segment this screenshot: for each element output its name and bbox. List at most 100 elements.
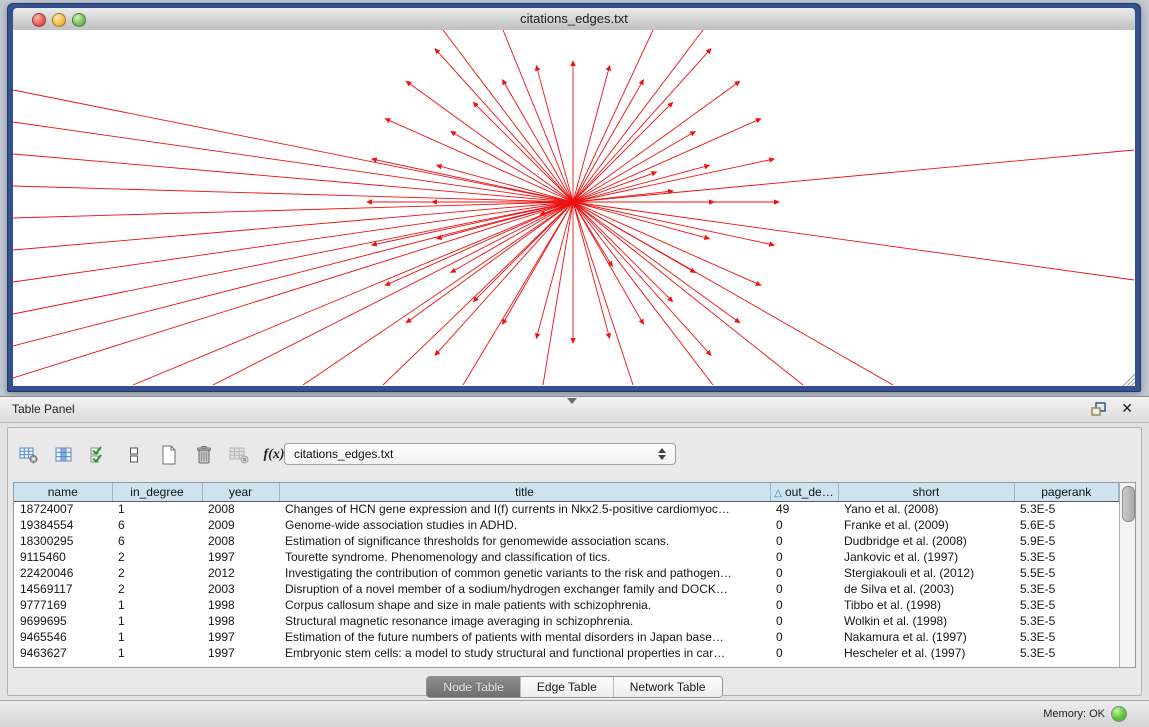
network-canvas[interactable] — [13, 30, 1135, 386]
table-cell[interactable]: Tibbo et al. (1998) — [838, 597, 1014, 613]
table-cell[interactable]: Tourette syndrome. Phenomenology and cla… — [279, 549, 770, 565]
table-cell[interactable]: 18724007 — [14, 501, 112, 517]
table-cell[interactable]: 0 — [770, 613, 838, 629]
table-cell[interactable]: 0 — [770, 517, 838, 533]
table-cell[interactable]: 1 — [112, 597, 202, 613]
table-cell[interactable]: 22420046 — [14, 565, 112, 581]
table-cell[interactable]: 6 — [112, 533, 202, 549]
table-source-select[interactable]: citations_edges.txt — [284, 443, 676, 465]
table-cell[interactable]: 0 — [770, 629, 838, 645]
table-row[interactable]: 1872400712008Changes of HCN gene express… — [14, 501, 1119, 517]
table-cell[interactable]: 5.3E-5 — [1014, 645, 1119, 661]
table-cell[interactable]: Disruption of a novel member of a sodium… — [279, 581, 770, 597]
table-cell[interactable]: 5.5E-5 — [1014, 565, 1119, 581]
table-row[interactable]: 1830029562008Estimation of significance … — [14, 533, 1119, 549]
table-cell[interactable]: Estimation of the future numbers of pati… — [279, 629, 770, 645]
table-cell[interactable]: 1998 — [202, 613, 279, 629]
column-header-year[interactable]: year — [202, 483, 279, 501]
column-header-short[interactable]: short — [838, 483, 1014, 501]
close-panel-icon[interactable]: ✕ — [1121, 400, 1133, 417]
table-cell[interactable]: Embryonic stem cells: a model to study s… — [279, 645, 770, 661]
table-cell[interactable]: 19384554 — [14, 517, 112, 533]
table-cell[interactable]: 1 — [112, 645, 202, 661]
table-cell[interactable]: 9115460 — [14, 549, 112, 565]
table-cell[interactable]: de Silva et al. (2003) — [838, 581, 1014, 597]
table-cell[interactable]: 9777169 — [14, 597, 112, 613]
citation-network-graph[interactable] — [13, 30, 1135, 386]
table-row[interactable]: 911546021997Tourette syndrome. Phenomeno… — [14, 549, 1119, 565]
table-cell[interactable]: 0 — [770, 581, 838, 597]
table-cell[interactable]: 2009 — [202, 517, 279, 533]
table-cell[interactable]: Investigating the contribution of common… — [279, 565, 770, 581]
table-cell[interactable]: Nakamura et al. (1997) — [838, 629, 1014, 645]
table-row[interactable]: 1456911722003Disruption of a novel membe… — [14, 581, 1119, 597]
table-cell[interactable]: 9465546 — [14, 629, 112, 645]
show-column-button[interactable] — [51, 442, 77, 468]
vertical-scrollbar[interactable] — [1119, 483, 1135, 667]
new-file-button[interactable] — [156, 442, 182, 468]
table-cell[interactable]: Stergiakouli et al. (2012) — [838, 565, 1014, 581]
table-cell[interactable]: 14569117 — [14, 581, 112, 597]
table-cell[interactable]: 0 — [770, 645, 838, 661]
table-cell[interactable]: 1997 — [202, 629, 279, 645]
table-row[interactable]: 2242004622012Investigating the contribut… — [14, 565, 1119, 581]
table-cell[interactable]: Franke et al. (2009) — [838, 517, 1014, 533]
column-header-pagerank[interactable]: pagerank — [1014, 483, 1119, 501]
table-cell[interactable]: 5.9E-5 — [1014, 533, 1119, 549]
table-cell[interactable]: 0 — [770, 533, 838, 549]
table-row[interactable]: 977716911998Corpus callosum shape and si… — [14, 597, 1119, 613]
delete-table-button[interactable] — [191, 442, 217, 468]
table-row[interactable]: 969969511998Structural magnetic resonanc… — [14, 613, 1119, 629]
table-cell[interactable]: Corpus callosum shape and size in male p… — [279, 597, 770, 613]
table-cell[interactable]: 2008 — [202, 501, 279, 517]
table-cell[interactable]: 5.3E-5 — [1014, 613, 1119, 629]
tab-network-table[interactable]: Network Table — [614, 677, 722, 697]
float-panel-icon[interactable] — [1091, 402, 1107, 416]
table-cell[interactable]: 2012 — [202, 565, 279, 581]
table-cell[interactable]: 9699695 — [14, 613, 112, 629]
table-cell[interactable]: 1 — [112, 613, 202, 629]
tab-edge-table[interactable]: Edge Table — [521, 677, 614, 697]
column-header-name[interactable]: name — [14, 483, 112, 501]
table-cell[interactable]: Jankovic et al. (1997) — [838, 549, 1014, 565]
table-cell[interactable]: 2 — [112, 565, 202, 581]
table-cell[interactable]: 5.3E-5 — [1014, 501, 1119, 517]
table-tab-group[interactable]: Node TableEdge TableNetwork Table — [426, 676, 722, 698]
row-height-button[interactable] — [121, 442, 147, 468]
table-row[interactable]: 1938455462009Genome-wide association stu… — [14, 517, 1119, 533]
table-row[interactable]: 946362711997Embryonic stem cells: a mode… — [14, 645, 1119, 661]
table-cell[interactable]: Genome-wide association studies in ADHD. — [279, 517, 770, 533]
table-cell[interactable]: 18300295 — [14, 533, 112, 549]
table-cell[interactable]: 5.3E-5 — [1014, 549, 1119, 565]
column-header-in_degree[interactable]: in_degree — [112, 483, 202, 501]
table-header-row[interactable]: namein_degreeyeartitle△out_de…shortpager… — [14, 483, 1119, 501]
memory-status-icon[interactable] — [1111, 706, 1127, 722]
table-cell[interactable]: 0 — [770, 549, 838, 565]
table-cell[interactable]: 49 — [770, 501, 838, 517]
table-cell[interactable]: 9463627 — [14, 645, 112, 661]
table-cell[interactable]: 2 — [112, 549, 202, 565]
table-cell[interactable]: 1997 — [202, 549, 279, 565]
table-cell[interactable]: 1998 — [202, 597, 279, 613]
table-settings-button[interactable] — [16, 442, 42, 468]
table-cell[interactable]: 5.3E-5 — [1014, 581, 1119, 597]
tab-node-table[interactable]: Node Table — [427, 677, 521, 697]
column-header-title[interactable]: title — [279, 483, 770, 501]
column-header-out_de[interactable]: △out_de… — [770, 483, 838, 501]
table-cell[interactable]: Hescheler et al. (1997) — [838, 645, 1014, 661]
splitter-handle[interactable] — [567, 398, 577, 404]
table-cell[interactable]: 6 — [112, 517, 202, 533]
scrollbar-thumb[interactable] — [1122, 486, 1135, 522]
table-cell[interactable]: Estimation of significance thresholds fo… — [279, 533, 770, 549]
table-cell[interactable]: 5.3E-5 — [1014, 629, 1119, 645]
table-cell[interactable]: 1 — [112, 629, 202, 645]
table-cell[interactable]: 0 — [770, 597, 838, 613]
table-cell[interactable]: Yano et al. (2008) — [838, 501, 1014, 517]
table-cell[interactable]: 2 — [112, 581, 202, 597]
table-cell[interactable]: 2003 — [202, 581, 279, 597]
select-columns-button[interactable] — [86, 442, 112, 468]
table-cell[interactable]: Wolkin et al. (1998) — [838, 613, 1014, 629]
table-cell[interactable]: 1 — [112, 501, 202, 517]
table-cell[interactable]: 1997 — [202, 645, 279, 661]
resize-grip-icon[interactable] — [1123, 374, 1135, 386]
